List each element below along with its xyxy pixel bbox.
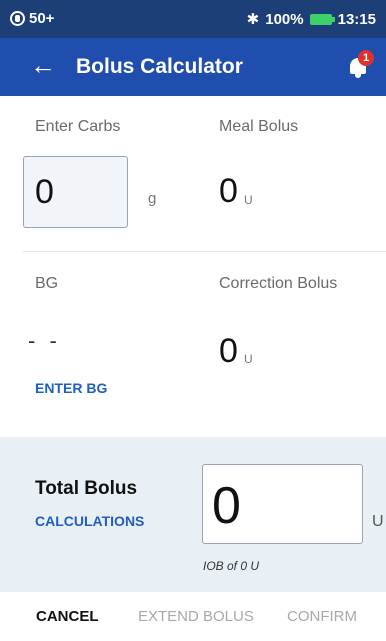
correction-bolus-label: Correction Bolus (219, 275, 338, 292)
correction-bolus-value: 0 (219, 332, 238, 370)
battery-percent: 100% (265, 10, 304, 28)
extend-bolus-button[interactable]: EXTEND BOLUS (138, 608, 254, 625)
page-title: Bolus Calculator (76, 55, 243, 78)
iob-text: IOB of 0 U (203, 559, 260, 573)
carbs-input[interactable]: 0 (23, 156, 128, 228)
battery-icon (309, 13, 335, 25)
pod-status: 50+ (10, 10, 54, 27)
pod-reservoir-value: 50+ (29, 10, 55, 27)
back-arrow-icon[interactable]: ← (30, 51, 56, 79)
correction-bolus-unit: U (244, 352, 253, 366)
total-bolus-value: 0 (212, 477, 241, 535)
meal-bolus-unit: U (244, 193, 253, 207)
bluetooth-icon: ✱ (246, 11, 260, 28)
confirm-button[interactable]: CONFIRM (287, 608, 357, 625)
meal-bolus-label: Meal Bolus (219, 118, 299, 135)
pod-icon (10, 11, 25, 26)
notification-badge: 1 (358, 50, 374, 66)
enter-carbs-label: Enter Carbs (35, 118, 121, 135)
enter-bg-link[interactable]: ENTER BG (35, 380, 107, 396)
total-bolus-label: Total Bolus (35, 478, 138, 499)
bell-clapper (355, 74, 361, 78)
bg-label: BG (35, 275, 59, 292)
bell-icon[interactable]: 1 (348, 50, 374, 78)
system-status: ✱ 100% 13:15 (246, 10, 376, 29)
total-bolus-unit: U (372, 513, 384, 530)
bg-value: - - (28, 328, 61, 353)
calculations-link[interactable]: CALCULATIONS (35, 513, 144, 529)
status-bar: 50+ ✱ 100% 13:15 (0, 0, 386, 38)
carbs-unit: g (148, 190, 157, 207)
carbs-value: 0 (35, 173, 54, 211)
app-bar: ← Bolus Calculator 1 (0, 38, 386, 96)
clock-time: 13:15 (337, 10, 376, 28)
section-divider (23, 251, 386, 252)
meal-bolus-value: 0 (219, 172, 238, 210)
cancel-button[interactable]: CANCEL (36, 608, 99, 625)
